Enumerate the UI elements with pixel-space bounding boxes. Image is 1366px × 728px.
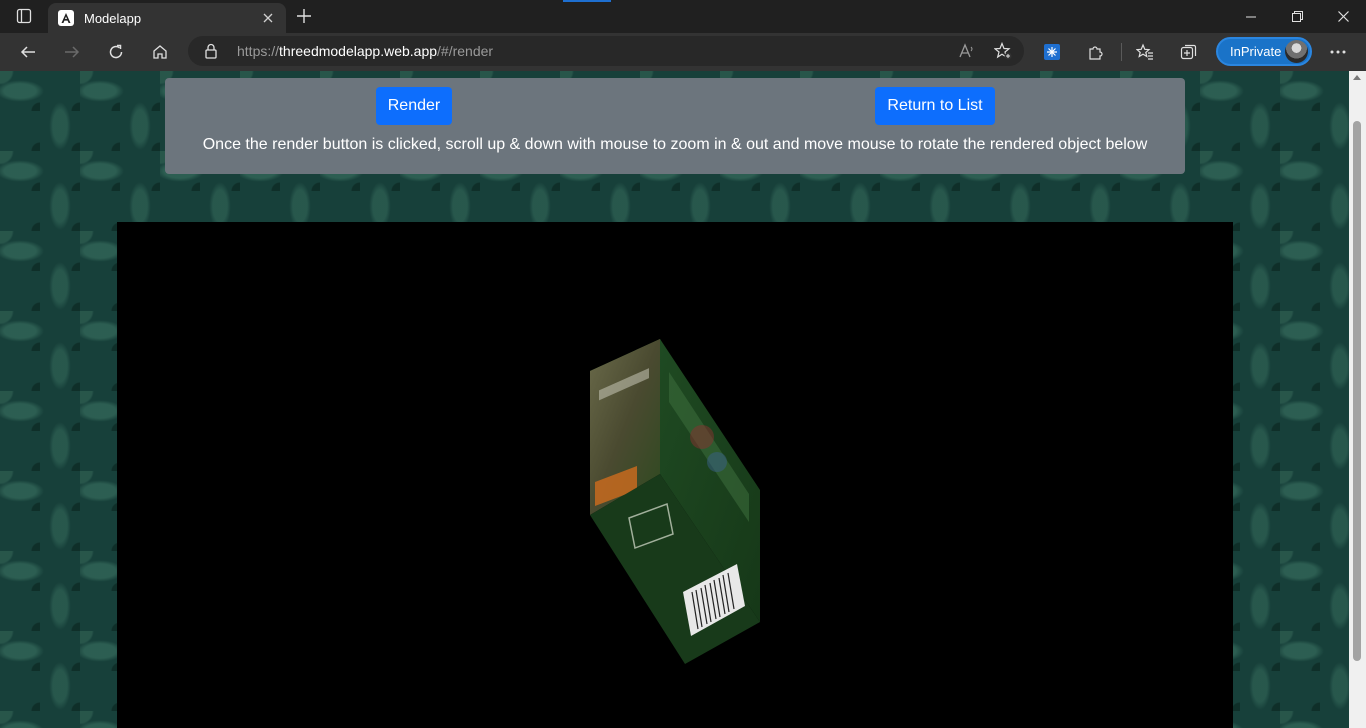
scrollbar-thumb[interactable] xyxy=(1353,121,1361,661)
lock-icon[interactable] xyxy=(204,43,218,64)
rendered-box-model xyxy=(590,339,760,664)
toolbar-separator xyxy=(1121,43,1122,61)
page-viewport: Render Return to List Once the render bu… xyxy=(0,71,1349,728)
page-scrollbar[interactable] xyxy=(1349,71,1366,728)
inprivate-button[interactable]: InPrivate xyxy=(1216,37,1312,66)
angular-logo-icon xyxy=(58,10,74,26)
add-favorite-icon[interactable] xyxy=(993,41,1012,65)
controls-panel: Render Return to List Once the render bu… xyxy=(165,78,1185,174)
new-tab-icon[interactable] xyxy=(292,5,316,27)
tab-close-icon[interactable] xyxy=(258,8,278,28)
return-to-list-button[interactable]: Return to List xyxy=(875,87,995,125)
instructions-text: Once the render button is clicked, scrol… xyxy=(202,136,1148,153)
home-icon[interactable] xyxy=(144,36,176,68)
scroll-up-icon[interactable] xyxy=(1353,75,1361,80)
tab-title: Modelapp xyxy=(84,10,142,26)
extension-icon[interactable] xyxy=(1036,36,1068,68)
render-button[interactable]: Render xyxy=(376,87,452,125)
collections-icon[interactable] xyxy=(1173,36,1205,68)
browser-toolbar: https://threedmodelapp.web.app/#/render … xyxy=(0,33,1366,71)
restore-icon[interactable] xyxy=(1274,0,1320,33)
minimize-icon[interactable] xyxy=(1228,0,1274,33)
back-icon[interactable] xyxy=(12,36,44,68)
extensions-puzzle-icon[interactable] xyxy=(1080,36,1112,68)
inprivate-label: InPrivate xyxy=(1230,44,1282,59)
avatar xyxy=(1285,40,1308,63)
address-bar[interactable]: https://threedmodelapp.web.app/#/render xyxy=(188,36,1024,66)
browser-titlebar: Modelapp xyxy=(0,0,1366,33)
settings-more-icon[interactable] xyxy=(1322,36,1354,68)
browser-tab[interactable]: Modelapp xyxy=(48,3,286,33)
refresh-icon[interactable] xyxy=(100,36,132,68)
window-accent xyxy=(563,0,611,2)
render-canvas[interactable] xyxy=(117,222,1233,728)
window-close-icon[interactable] xyxy=(1320,0,1366,33)
forward-icon[interactable] xyxy=(56,36,88,68)
read-aloud-icon[interactable] xyxy=(958,42,976,65)
favorites-icon[interactable] xyxy=(1129,36,1161,68)
tab-actions-icon[interactable] xyxy=(8,5,40,27)
url-text[interactable]: https://threedmodelapp.web.app/#/render xyxy=(237,43,493,59)
